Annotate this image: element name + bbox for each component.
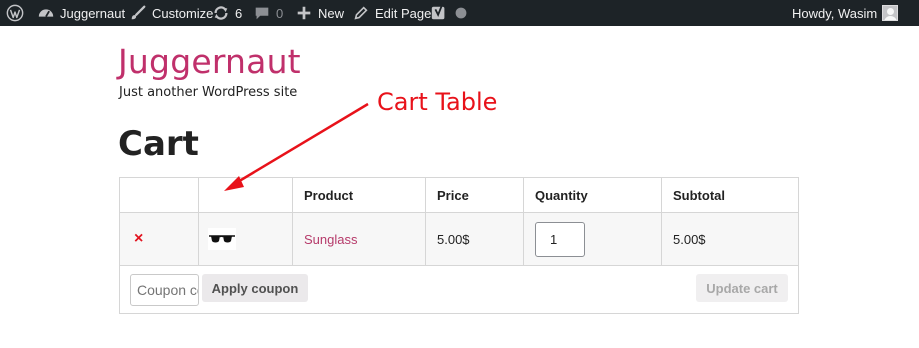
updates-icon — [214, 6, 228, 20]
pencil-icon — [354, 6, 368, 20]
column-divider — [661, 178, 662, 265]
comment-icon — [255, 7, 269, 20]
edit-page-link[interactable]: Edit Page — [352, 0, 431, 26]
site-title[interactable]: Juggernaut — [118, 42, 301, 81]
updates-link[interactable]: 6 — [212, 0, 242, 26]
status-dot-icon — [455, 7, 467, 19]
update-cart-button[interactable]: Update cart — [696, 274, 788, 302]
site-description: Just another WordPress site — [119, 85, 298, 100]
plus-icon — [297, 6, 311, 20]
edit-page-label: Edit Page — [375, 5, 432, 21]
customize-link[interactable]: Customize — [129, 0, 213, 26]
seo-menu[interactable] — [430, 0, 448, 26]
new-label: New — [318, 5, 345, 21]
seo-score — [455, 0, 467, 26]
wordpress-logo-menu[interactable] — [6, 0, 24, 26]
quantity-input[interactable]: 1 — [535, 222, 585, 257]
greeting-label: Howdy, Wasim — [792, 5, 878, 21]
updates-count: 6 — [235, 5, 243, 21]
coupon-code-input[interactable]: Coupon code — [130, 274, 199, 306]
column-divider — [425, 178, 426, 265]
user-avatar — [882, 5, 899, 21]
column-divider — [292, 178, 293, 265]
page-title: Cart — [118, 124, 199, 164]
column-header-product: Product — [304, 187, 354, 203]
brush-icon — [131, 5, 146, 20]
column-header-quantity: Quantity — [535, 187, 588, 203]
annotation-label: Cart Table — [377, 88, 498, 116]
product-subtotal: 5.00$ — [673, 231, 706, 247]
wordpress-logo-icon — [6, 4, 24, 22]
row-divider — [120, 265, 798, 266]
column-divider — [198, 178, 199, 265]
dashboard-icon — [38, 9, 54, 18]
new-content-menu[interactable]: New — [295, 0, 344, 26]
remove-item-button[interactable]: × — [134, 213, 143, 265]
comments-count: 0 — [276, 5, 284, 21]
product-thumbnail[interactable] — [208, 228, 236, 250]
apply-coupon-button[interactable]: Apply coupon — [202, 274, 308, 302]
sunglasses-icon — [209, 235, 235, 243]
product-name-link[interactable]: Sunglass — [304, 213, 357, 265]
column-header-subtotal: Subtotal — [673, 187, 725, 203]
site-name-menu[interactable]: Juggernaut — [37, 0, 125, 26]
yoast-icon — [431, 5, 445, 20]
site-name-label: Juggernaut — [60, 5, 126, 21]
column-header-price: Price — [437, 187, 469, 203]
customize-label: Customize — [152, 5, 214, 21]
cart-table: Product Price Quantity Subtotal × Sungla… — [119, 177, 799, 314]
column-divider — [523, 178, 524, 265]
admin-bar: Juggernaut Customize 6 0 New Edit Page H… — [0, 0, 919, 26]
my-account-menu[interactable]: Howdy, Wasim — [792, 0, 899, 26]
product-price: 5.00$ — [437, 231, 470, 247]
comments-link[interactable]: 0 — [253, 0, 283, 26]
